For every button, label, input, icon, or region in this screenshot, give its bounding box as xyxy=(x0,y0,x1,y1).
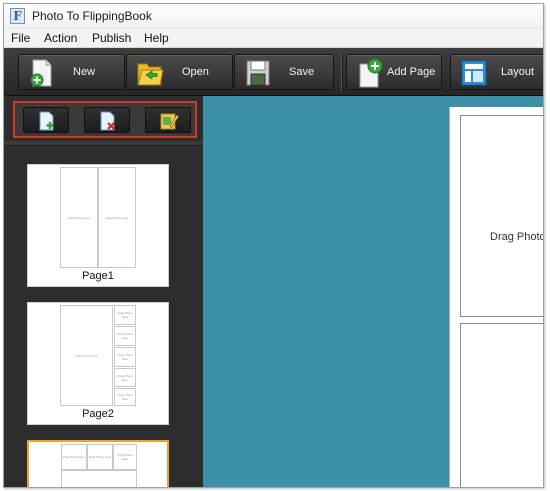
layout-button[interactable]: Layout xyxy=(450,54,543,90)
photo-placeholder xyxy=(61,470,137,487)
new-button[interactable]: New xyxy=(18,54,125,90)
layout-icon xyxy=(461,60,487,86)
photo-placeholder: Drag Photo Here xyxy=(60,305,113,406)
add-page-icon xyxy=(359,58,383,88)
photo-placeholder: Drag Photo Here xyxy=(87,444,113,470)
add-page-button-label: Add Page xyxy=(387,66,436,78)
page-tools-highlight xyxy=(13,101,197,138)
edit-page-icon xyxy=(160,113,179,130)
open-folder-icon xyxy=(137,63,164,86)
photo-drop-zone-1[interactable]: Drag Photo xyxy=(460,115,544,317)
page-label: Page2 xyxy=(82,408,114,420)
layout-button-label: Layout xyxy=(501,66,535,78)
drop-zone-text: Drag Photo xyxy=(490,231,544,243)
page-thumbnail-2[interactable]: Drag Photo Here Drag Photo Here Drag Pho… xyxy=(27,302,169,425)
add-page-button[interactable]: Add Page xyxy=(346,54,442,90)
page-label: Page1 xyxy=(82,270,114,282)
photo-placeholder: Drag Photo Here xyxy=(114,326,136,346)
open-button-label: Open xyxy=(182,66,209,78)
panel-divider xyxy=(4,141,203,146)
window-title: Photo To FlippingBook xyxy=(32,9,152,23)
app-window: F Photo To FlippingBook File Action Publ… xyxy=(3,3,544,488)
photo-placeholder: Drag Photo Here xyxy=(114,388,136,406)
app-logo-icon: F xyxy=(10,8,25,24)
delete-page-button[interactable] xyxy=(84,107,130,133)
photo-placeholder: Drag Photo Here xyxy=(114,305,136,325)
add-blank-page-button[interactable] xyxy=(23,107,69,133)
photo-placeholder: Drag Photo Here xyxy=(98,167,136,268)
save-disk-icon xyxy=(246,60,270,86)
title-bar: F Photo To FlippingBook xyxy=(4,4,543,29)
open-button[interactable]: Open xyxy=(126,54,233,90)
menu-bar: File Action Publish Help xyxy=(4,29,543,48)
editor-workspace: Drag Photo xyxy=(203,96,544,487)
photo-placeholder: Drag Photo Here xyxy=(114,368,136,387)
menu-action[interactable]: Action xyxy=(42,31,79,45)
menu-help[interactable]: Help xyxy=(142,31,171,45)
page-canvas: Drag Photo xyxy=(449,107,544,487)
new-button-label: New xyxy=(73,66,96,78)
photo-placeholder: Drag Photo Here xyxy=(113,444,137,470)
photo-placeholder: Drag Photo Here xyxy=(60,167,98,268)
photo-drop-zone-2[interactable] xyxy=(460,323,543,487)
page-list-panel: Drag Photo Here Drag Photo Here Page1 Dr… xyxy=(4,96,203,487)
photo-placeholder: Drag Photo Here xyxy=(61,444,87,470)
main-toolbar: New Open Save Add Page Layout xyxy=(4,48,543,96)
toolbar-separator xyxy=(341,52,343,92)
delete-page-icon xyxy=(100,111,115,131)
new-document-icon xyxy=(30,59,52,87)
menu-publish[interactable]: Publish xyxy=(90,31,133,45)
photo-placeholder: Drag Photo Here xyxy=(114,347,136,367)
edit-page-button[interactable] xyxy=(145,107,191,133)
save-button[interactable]: Save xyxy=(234,54,334,90)
page-thumbnail-3[interactable]: Drag Photo Here Drag Photo Here Drag Pho… xyxy=(27,440,169,487)
page-thumbnail-1[interactable]: Drag Photo Here Drag Photo Here Page1 xyxy=(27,164,169,287)
add-page-icon xyxy=(39,111,54,131)
menu-file[interactable]: File xyxy=(9,31,32,45)
save-button-label: Save xyxy=(289,66,315,78)
